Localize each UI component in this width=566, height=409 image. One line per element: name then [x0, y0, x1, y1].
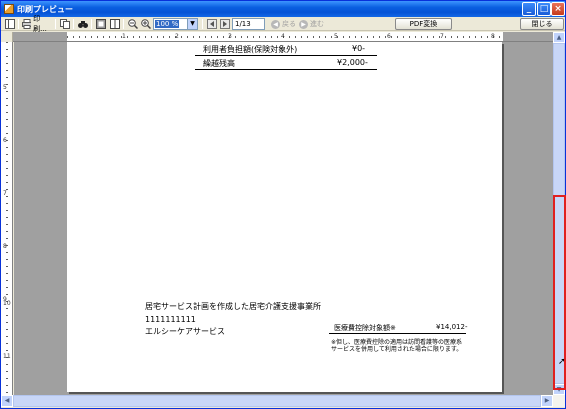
- toolbar: 印刷... 100 % ▼ 1/13 ◀ 戻る ▶ 進む PDF変換 閉じる: [1, 15, 565, 33]
- toolbar-separator: [202, 19, 203, 29]
- ruler-tick: 6: [387, 33, 391, 40]
- deduction-label: 医療費控除対象額※: [334, 324, 396, 332]
- single-page-icon[interactable]: [95, 18, 107, 30]
- deduction-value: ¥14,012-: [436, 323, 468, 331]
- toolbar-separator: [91, 19, 92, 29]
- ruler-tick: 3: [228, 33, 232, 40]
- horizontal-scrollbar[interactable]: ◀ ▶: [1, 395, 565, 407]
- row-divider: [195, 69, 377, 70]
- scroll-left-arrow-icon[interactable]: ◀: [1, 395, 13, 407]
- provider-heading: 居宅サービス計画を作成した居宅介護支援事業所: [145, 302, 321, 311]
- ruler-tick: 7: [3, 190, 7, 197]
- find-binoculars-icon[interactable]: [77, 18, 89, 30]
- preview-canvas[interactable]: 利用者負担額(保険対象外) ¥0- 繰越残高 ¥2,000- 居宅サービス計画を…: [14, 42, 553, 395]
- next-page-button[interactable]: ▶ 進む: [299, 18, 324, 30]
- ruler-tick: 8: [3, 243, 7, 250]
- chevron-down-icon: ▼: [187, 19, 197, 29]
- zoom-select[interactable]: 100 % ▼: [153, 18, 198, 30]
- minimize-button[interactable]: _: [522, 2, 536, 16]
- ruler-tick: 5: [3, 84, 7, 91]
- ruler-tick: 8: [491, 33, 495, 40]
- forward-arrow-icon: ▶: [299, 19, 308, 29]
- vertical-ruler: 5 6 7 8 9 10 11: [1, 42, 13, 395]
- print-button[interactable]: 印刷...: [22, 15, 52, 33]
- ruler-tick: 6: [3, 137, 7, 144]
- row-divider: [329, 333, 466, 334]
- close-button[interactable]: 閉じる: [520, 18, 564, 30]
- print-preview-window: 印刷プレビュー _ □ × 印刷... 100 % ▼ 1/13 ◀ 戻る ▶ …: [0, 0, 566, 409]
- ruler-corner: [1, 32, 13, 42]
- ruler-tick: 4: [281, 33, 285, 40]
- user-burden-label: 利用者負担額(保険対象外): [203, 45, 298, 54]
- zoom-in-icon[interactable]: [140, 18, 152, 30]
- ruler-tick: 7: [440, 33, 444, 40]
- copy-icon[interactable]: [59, 18, 71, 30]
- ruler-tick: 2: [175, 33, 179, 40]
- horizontal-ruler: 1 2 3 4 5 6 7 8: [13, 32, 553, 42]
- mouse-cursor-icon: ➚: [558, 357, 566, 367]
- scroll-up-arrow-icon[interactable]: ▲: [553, 32, 565, 43]
- user-burden-value: ¥0-: [352, 44, 366, 53]
- note-line-2: サービスを併用して利用された場合に限ります。: [331, 346, 463, 353]
- carryover-value: ¥2,000-: [337, 58, 368, 67]
- first-page-icon[interactable]: [206, 18, 218, 30]
- ruler-tick: 5: [334, 33, 338, 40]
- scroll-right-arrow-icon[interactable]: ▶: [541, 395, 553, 407]
- prev-page-button[interactable]: ◀ 戻る: [271, 18, 296, 30]
- provider-number: 1111111111: [145, 315, 196, 324]
- ruler-tick: 11: [3, 353, 11, 360]
- multi-page-icon[interactable]: [109, 18, 121, 30]
- ruler-tick: 10: [3, 300, 11, 307]
- printer-icon: [22, 19, 32, 29]
- app-icon: [4, 4, 14, 14]
- close-window-button[interactable]: ×: [551, 2, 565, 16]
- back-arrow-icon: ◀: [271, 19, 280, 29]
- last-page-icon[interactable]: [219, 18, 231, 30]
- maximize-button[interactable]: □: [537, 2, 551, 16]
- pdf-export-button[interactable]: PDF変換: [395, 18, 452, 30]
- toolbar-separator: [123, 19, 124, 29]
- horizontal-scroll-thumb[interactable]: [13, 395, 541, 407]
- title-bar[interactable]: 印刷プレビュー _ □ ×: [1, 1, 565, 17]
- page-number-input[interactable]: 1/13: [232, 18, 265, 30]
- ruler-tick: 1: [122, 33, 126, 40]
- row-divider: [195, 55, 377, 56]
- provider-name: エルシーケアサービス: [145, 327, 225, 336]
- document-page: 利用者負担額(保険対象外) ¥0- 繰越残高 ¥2,000- 居宅サービス計画を…: [67, 42, 502, 392]
- thumbnails-icon[interactable]: [4, 18, 16, 30]
- toolbar-separator: [18, 19, 19, 29]
- toolbar-separator: [73, 19, 74, 29]
- toolbar-separator: [55, 19, 56, 29]
- carryover-label: 繰越残高: [203, 59, 235, 68]
- zoom-out-icon[interactable]: [127, 18, 139, 30]
